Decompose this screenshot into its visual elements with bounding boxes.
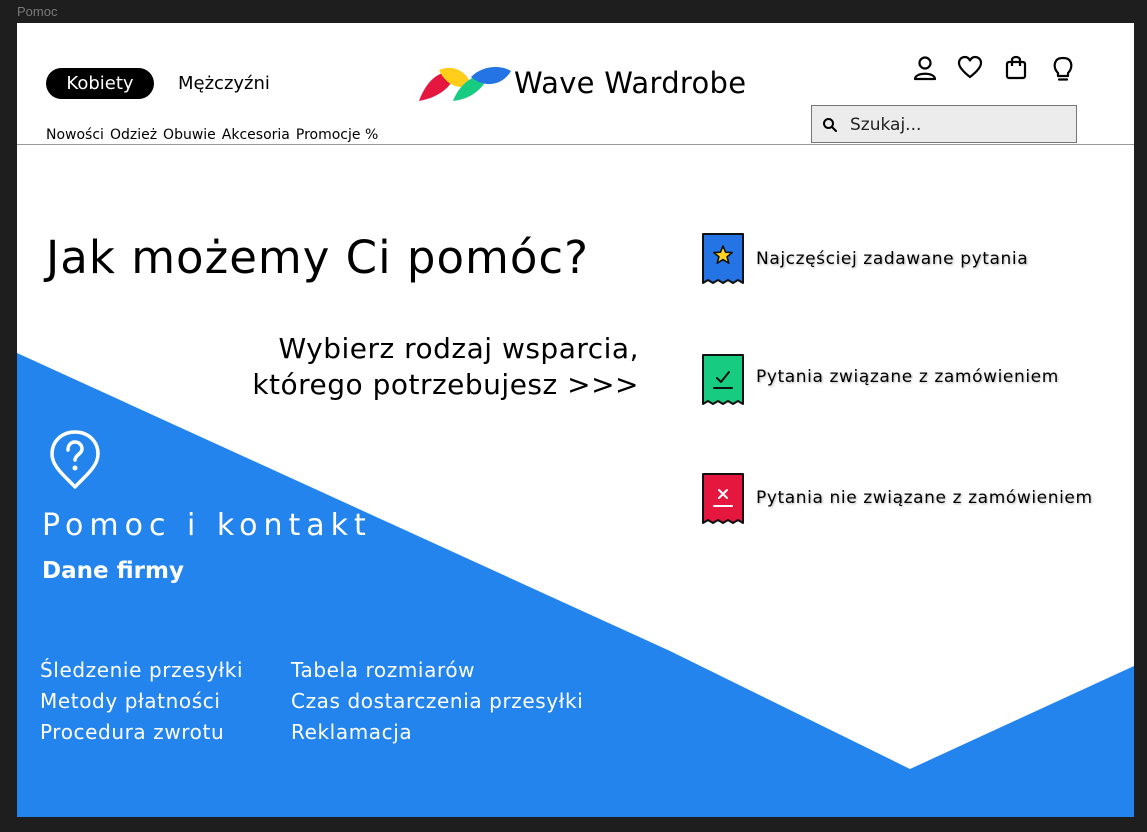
page-canvas: Kobiety Mężczyźni Nowości Odzież Obuwie Akc… bbox=[17, 23, 1134, 817]
link-delivery-time[interactable]: Czas dostarczenia przesyłki bbox=[291, 686, 583, 717]
nav-clothing[interactable]: Odzież bbox=[110, 127, 157, 143]
help-links-column-1: Śledzenie przesyłki Metody płatności Pro… bbox=[40, 655, 243, 748]
help-links-column-2: Tabela rozmiarów Czas dostarczenia przes… bbox=[291, 655, 583, 748]
search-input[interactable] bbox=[848, 110, 1062, 140]
nav-new[interactable]: Nowości bbox=[46, 127, 104, 143]
link-complaints[interactable]: Reklamacja bbox=[291, 717, 583, 748]
option-non-order-questions[interactable]: Pytania nie związane z zamówieniem bbox=[701, 472, 1121, 527]
option-order-questions-label: Pytania związane z zamówieniem bbox=[756, 367, 1059, 387]
nav-promotions[interactable]: Promocje % bbox=[296, 127, 378, 143]
hero-subtitle-line2: którego potrzebujesz >>> bbox=[252, 368, 639, 401]
tab-men[interactable]: Mężczyźni bbox=[178, 73, 270, 94]
question-pin-icon bbox=[50, 430, 100, 489]
hero-subtitle-line1: Wybierz rodzaj wsparcia, bbox=[278, 332, 639, 365]
category-nav: Nowości Odzież Obuwie Akcesoria Promocje % bbox=[46, 127, 384, 143]
help-contact-title: Pomoc i kontakt bbox=[42, 508, 372, 543]
hero-subtitle: Wybierz rodzaj wsparcia, którego potrzeb… bbox=[197, 331, 639, 403]
user-icon[interactable] bbox=[911, 53, 939, 83]
company-info-link[interactable]: Dane firmy bbox=[42, 558, 184, 584]
search-box[interactable] bbox=[811, 105, 1077, 143]
frame-label: Pomoc bbox=[17, 4, 58, 19]
link-shipment-tracking[interactable]: Śledzenie przesyłki bbox=[40, 655, 243, 686]
brand-logo-icon[interactable] bbox=[419, 67, 511, 103]
heart-icon[interactable] bbox=[956, 53, 984, 83]
option-non-order-questions-label: Pytania nie związane z zamówieniem bbox=[756, 488, 1093, 508]
option-faq-label: Najczęściej zadawane pytania bbox=[756, 249, 1029, 269]
check-ribbon-icon bbox=[702, 354, 744, 405]
link-size-chart[interactable]: Tabela rozmiarów bbox=[291, 655, 583, 686]
option-faq[interactable]: Najczęściej zadawane pytania bbox=[701, 232, 1121, 287]
link-return-procedure[interactable]: Procedura zwrotu bbox=[40, 717, 243, 748]
search-icon bbox=[823, 118, 837, 132]
nav-accessories[interactable]: Akcesoria bbox=[222, 127, 290, 143]
lightbulb-icon[interactable] bbox=[1049, 53, 1077, 83]
brand-name[interactable]: Wave Wardrobe bbox=[514, 66, 746, 100]
header-divider bbox=[17, 144, 1134, 145]
star-ribbon-icon bbox=[702, 233, 744, 284]
nav-shoes[interactable]: Obuwie bbox=[163, 127, 216, 143]
option-order-questions[interactable]: Pytania związane z zamówieniem bbox=[701, 353, 1121, 408]
x-ribbon-icon bbox=[702, 473, 744, 524]
tab-women[interactable]: Kobiety bbox=[46, 68, 154, 99]
link-payment-methods[interactable]: Metody płatności bbox=[40, 686, 243, 717]
page-title: Jak możemy Ci pomóc? bbox=[46, 231, 589, 284]
bag-icon[interactable] bbox=[1002, 53, 1030, 83]
